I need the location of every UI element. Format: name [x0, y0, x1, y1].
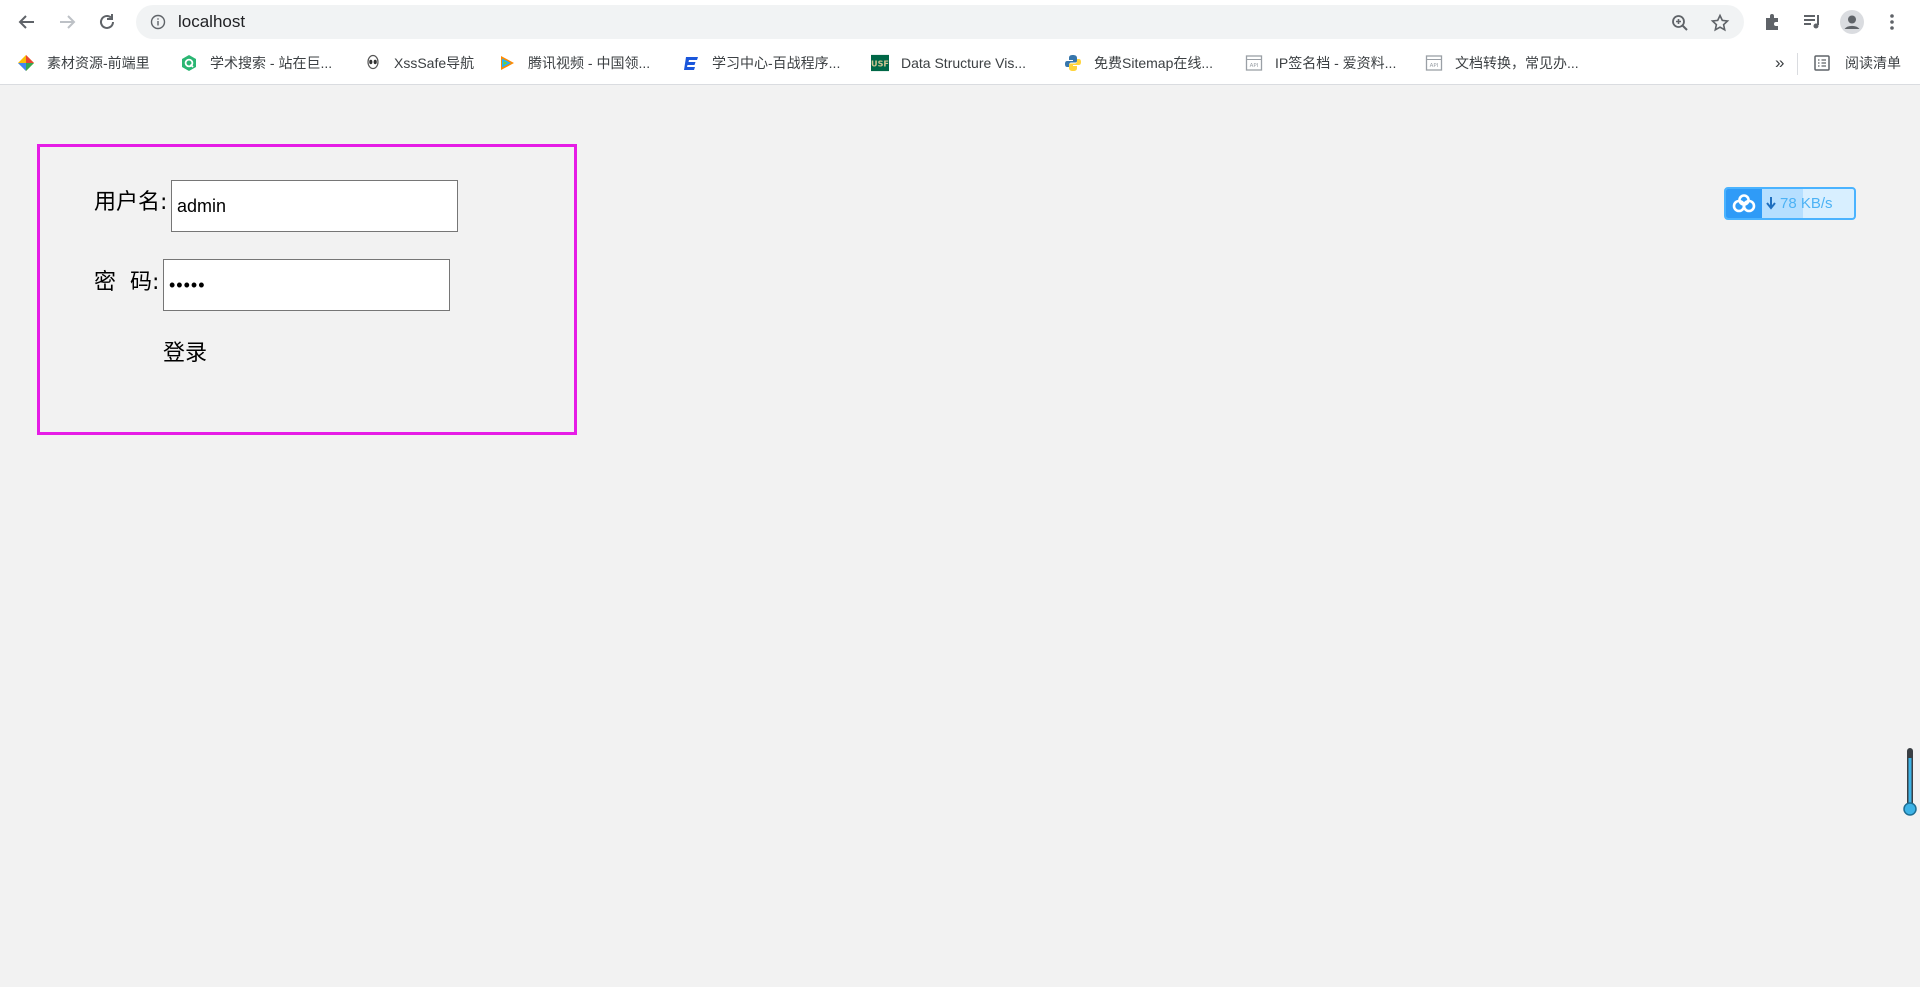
bookmark-item[interactable]: XssSafe导航: [364, 44, 474, 82]
bookmark-star-icon[interactable]: [1710, 13, 1730, 33]
python-icon: [1064, 54, 1082, 72]
login-form: 用户名: 密 码: 登录: [37, 144, 577, 435]
usf-logo-icon: USF: [871, 54, 889, 72]
back-button[interactable]: [13, 8, 41, 36]
download-speed-text: 78 KB/s: [1780, 195, 1833, 212]
bookmark-item[interactable]: 学习中心-百战程序...: [682, 44, 840, 82]
forward-arrow-icon: [60, 15, 76, 29]
bookmark-item[interactable]: 学术搜索 - 站在巨...: [180, 44, 332, 82]
profile-button[interactable]: [1840, 10, 1864, 34]
more-bookmarks-button[interactable]: »: [1775, 44, 1784, 82]
reload-icon: [100, 14, 114, 29]
svg-text:API: API: [1430, 63, 1439, 69]
tencent-video-icon: [498, 54, 516, 72]
baidu-netdisk-icon: [1726, 189, 1762, 218]
zoom-icon[interactable]: [1670, 13, 1690, 33]
bookmark-item[interactable]: 腾讯视频 - 中国领...: [498, 44, 650, 82]
bookmark-item[interactable]: API 文档转换，常见办...: [1425, 44, 1579, 82]
back-arrow-icon: [18, 15, 34, 29]
green-q-icon: [180, 54, 198, 72]
svg-text:API: API: [1250, 63, 1259, 69]
api-page-icon: API: [1425, 54, 1443, 72]
puzzle-icon: [1766, 14, 1778, 30]
more-vert-icon: [1890, 14, 1894, 30]
thermometer-icon[interactable]: [1902, 748, 1918, 818]
login-button[interactable]: 登录: [163, 340, 207, 368]
url-text[interactable]: localhost: [178, 12, 245, 32]
password-input[interactable]: [163, 259, 450, 311]
svg-text:USF: USF: [871, 59, 889, 69]
bz-logo-icon: [682, 54, 700, 72]
media-control-button[interactable]: [1800, 10, 1824, 34]
api-page-icon: API: [1245, 54, 1263, 72]
reading-list-icon: [1813, 54, 1831, 72]
reading-list-button[interactable]: 阅读清单: [1813, 44, 1901, 82]
alien-icon: [364, 54, 382, 72]
download-arrow-icon: [1766, 197, 1776, 210]
bookmarks-bar: 素材资源-前端里 学术搜索 - 站在巨... XssSafe导航 腾讯视频 - …: [0, 44, 1920, 85]
extensions-button[interactable]: [1760, 10, 1784, 34]
password-label: 密 码:: [94, 270, 160, 295]
browser-toolbar: localhost: [0, 0, 1920, 44]
bookmark-item[interactable]: 素材资源-前端里: [17, 44, 150, 82]
reload-button[interactable]: [93, 8, 121, 36]
playlist-music-icon: [1804, 15, 1819, 29]
forward-button[interactable]: [53, 8, 81, 36]
username-input[interactable]: [171, 180, 458, 232]
bookmark-item[interactable]: API IP签名档 - 爱资料...: [1245, 44, 1396, 82]
avatar-icon: [1840, 10, 1864, 34]
bookmark-item[interactable]: USF Data Structure Vis...: [871, 44, 1026, 82]
site-info-icon[interactable]: [150, 14, 166, 30]
username-label: 用户名:: [94, 190, 168, 215]
chevron-double-right-icon: »: [1775, 53, 1785, 72]
diamond-logo-icon: [17, 54, 35, 72]
address-bar[interactable]: localhost: [136, 5, 1744, 39]
download-speed-widget[interactable]: 78 KB/s: [1724, 187, 1856, 220]
browser-menu-button[interactable]: [1880, 10, 1904, 34]
bookmark-item[interactable]: 免费Sitemap在线...: [1064, 44, 1213, 82]
bookmarks-divider: [1797, 53, 1798, 75]
